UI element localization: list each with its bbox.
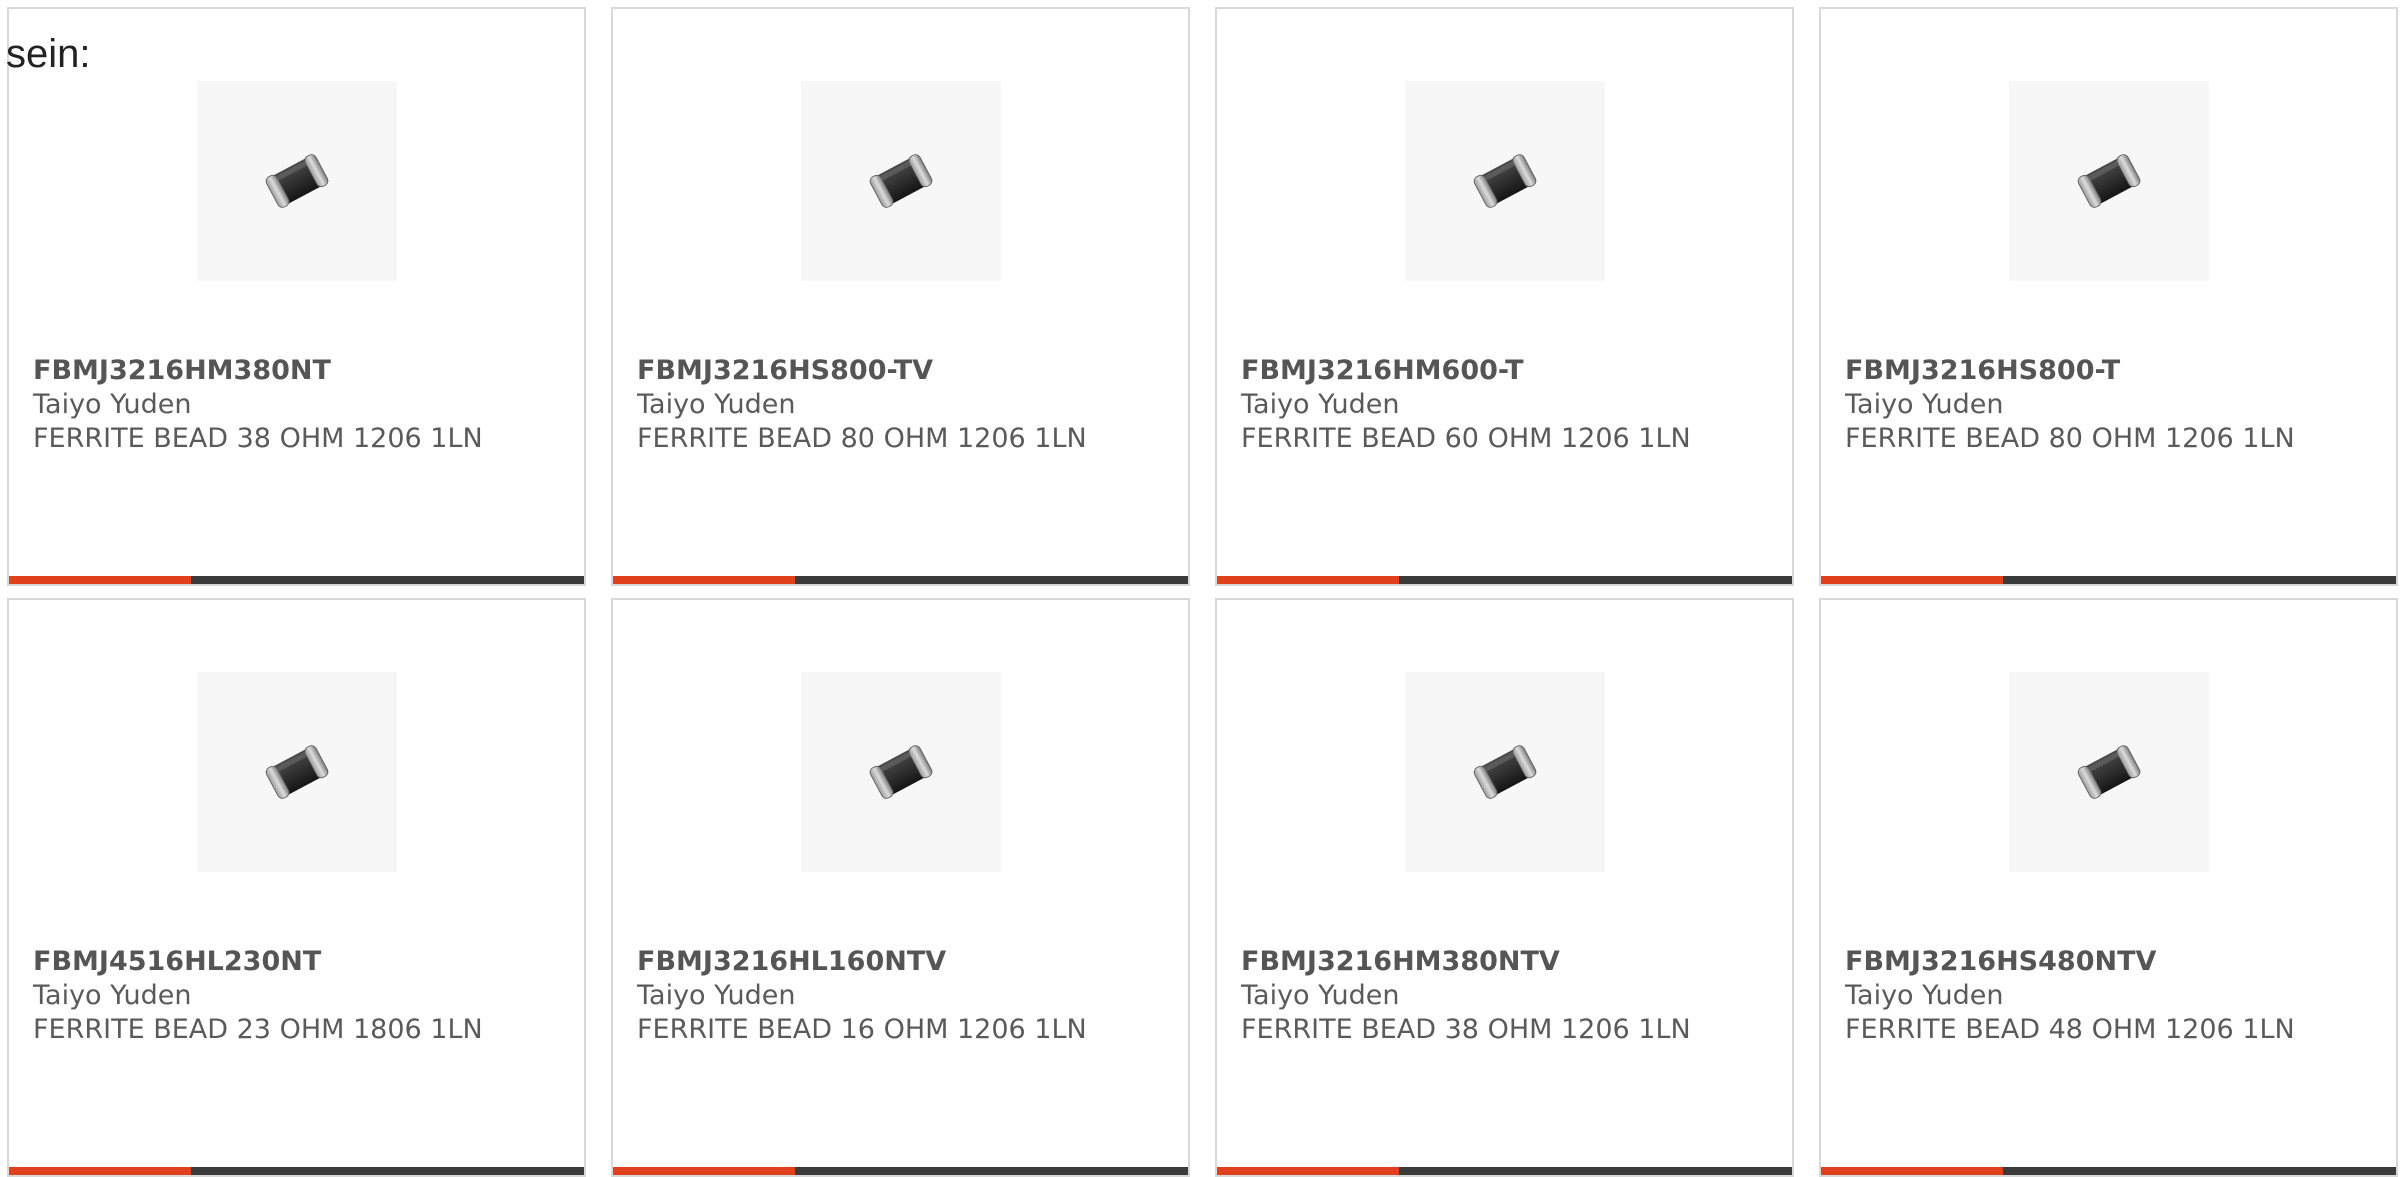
product-grid: FBMJ3216HM380NT Taiyo Yuden FERRITE BEAD… (7, 7, 2400, 1177)
product-image[interactable] (1405, 672, 1605, 872)
ferrite-bead-chip-icon (265, 745, 329, 799)
product-info: FBMJ3216HM600-T Taiyo Yuden FERRITE BEAD… (1241, 354, 1782, 456)
part-number-link[interactable]: FBMJ3216HL160NTV (637, 945, 1178, 979)
product-info: FBMJ3216HL160NTV Taiyo Yuden FERRITE BEA… (637, 945, 1178, 1047)
ferrite-bead-chip-icon (1473, 745, 1537, 799)
product-info: FBMJ3216HS800-TV Taiyo Yuden FERRITE BEA… (637, 354, 1178, 456)
product-image[interactable] (801, 81, 1001, 281)
card-accent-segment (9, 576, 191, 584)
ferrite-bead-chip-icon (869, 154, 933, 208)
part-number-link[interactable]: FBMJ3216HS800-TV (637, 354, 1178, 388)
card-accent-bar (1217, 576, 1792, 584)
ferrite-bead-chip-icon (1473, 154, 1537, 208)
product-description: FERRITE BEAD 16 OHM 1206 1LN (637, 1014, 1087, 1045)
ferrite-bead-chip-icon (869, 745, 933, 799)
product-info: FBMJ3216HM380NT Taiyo Yuden FERRITE BEAD… (33, 354, 574, 456)
product-card[interactable]: FBMJ3216HS800-TV Taiyo Yuden FERRITE BEA… (611, 7, 1190, 586)
manufacturer: Taiyo Yuden (637, 980, 796, 1011)
product-description: FERRITE BEAD 23 OHM 1806 1LN (33, 1014, 483, 1045)
product-description: FERRITE BEAD 60 OHM 1206 1LN (1241, 423, 1691, 454)
product-info: FBMJ3216HS480NTV Taiyo Yuden FERRITE BEA… (1845, 945, 2386, 1047)
product-info: FBMJ3216HS800-T Taiyo Yuden FERRITE BEAD… (1845, 354, 2386, 456)
card-accent-bar (9, 576, 584, 584)
card-accent-segment (613, 1167, 795, 1175)
card-accent-segment (613, 576, 795, 584)
part-number-link[interactable]: FBMJ3216HM600-T (1241, 354, 1782, 388)
product-card[interactable]: FBMJ3216HL160NTV Taiyo Yuden FERRITE BEA… (611, 598, 1190, 1177)
manufacturer: Taiyo Yuden (33, 389, 192, 420)
manufacturer: Taiyo Yuden (1845, 980, 2004, 1011)
manufacturer: Taiyo Yuden (637, 389, 796, 420)
card-accent-segment (1217, 576, 1399, 584)
card-accent-segment (1217, 1167, 1399, 1175)
card-accent-bar (1217, 1167, 1792, 1175)
product-description: FERRITE BEAD 80 OHM 1206 1LN (637, 423, 1087, 454)
card-accent-bar (1821, 576, 2396, 584)
product-image[interactable] (1405, 81, 1605, 281)
intro-text: sein: (6, 32, 91, 76)
product-image[interactable] (197, 672, 397, 872)
part-number-link[interactable]: FBMJ4516HL230NT (33, 945, 574, 979)
product-card[interactable]: FBMJ3216HM380NTV Taiyo Yuden FERRITE BEA… (1215, 598, 1794, 1177)
product-info: FBMJ3216HM380NTV Taiyo Yuden FERRITE BEA… (1241, 945, 1782, 1047)
product-description: FERRITE BEAD 80 OHM 1206 1LN (1845, 423, 2295, 454)
manufacturer: Taiyo Yuden (33, 980, 192, 1011)
card-accent-bar (1821, 1167, 2396, 1175)
manufacturer: Taiyo Yuden (1241, 980, 1400, 1011)
part-number-link[interactable]: FBMJ3216HS800-T (1845, 354, 2386, 388)
manufacturer: Taiyo Yuden (1845, 389, 2004, 420)
product-description: FERRITE BEAD 38 OHM 1206 1LN (1241, 1014, 1691, 1045)
product-card[interactable]: FBMJ4516HL230NT Taiyo Yuden FERRITE BEAD… (7, 598, 586, 1177)
product-description: FERRITE BEAD 38 OHM 1206 1LN (33, 423, 483, 454)
product-image[interactable] (2009, 81, 2209, 281)
card-accent-bar (613, 1167, 1188, 1175)
product-info: FBMJ4516HL230NT Taiyo Yuden FERRITE BEAD… (33, 945, 574, 1047)
product-image[interactable] (197, 81, 397, 281)
product-description: FERRITE BEAD 48 OHM 1206 1LN (1845, 1014, 2295, 1045)
part-number-link[interactable]: FBMJ3216HM380NT (33, 354, 574, 388)
product-card[interactable]: FBMJ3216HM600-T Taiyo Yuden FERRITE BEAD… (1215, 7, 1794, 586)
card-accent-segment (1821, 576, 2003, 584)
ferrite-bead-chip-icon (2077, 745, 2141, 799)
card-accent-segment (1821, 1167, 2003, 1175)
product-image[interactable] (801, 672, 1001, 872)
product-image[interactable] (2009, 672, 2209, 872)
part-number-link[interactable]: FBMJ3216HM380NTV (1241, 945, 1782, 979)
card-accent-segment (9, 1167, 191, 1175)
card-accent-bar (613, 576, 1188, 584)
manufacturer: Taiyo Yuden (1241, 389, 1400, 420)
part-number-link[interactable]: FBMJ3216HS480NTV (1845, 945, 2386, 979)
ferrite-bead-chip-icon (2077, 154, 2141, 208)
product-card[interactable]: FBMJ3216HM380NT Taiyo Yuden FERRITE BEAD… (7, 7, 586, 586)
product-card[interactable]: FBMJ3216HS800-T Taiyo Yuden FERRITE BEAD… (1819, 7, 2398, 586)
card-accent-bar (9, 1167, 584, 1175)
ferrite-bead-chip-icon (265, 154, 329, 208)
product-card[interactable]: FBMJ3216HS480NTV Taiyo Yuden FERRITE BEA… (1819, 598, 2398, 1177)
